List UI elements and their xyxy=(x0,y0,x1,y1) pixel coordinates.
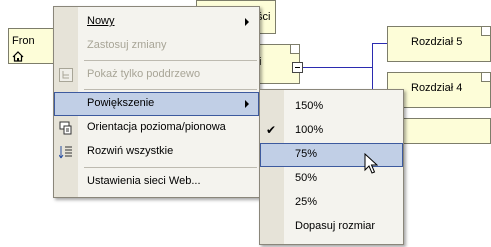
menu-item-label: Ustawienia sieci Web... xyxy=(87,175,201,187)
orientation-icon xyxy=(59,121,72,135)
menu-item-show-subtree[interactable]: Pokaż tylko poddrzewo xyxy=(54,63,259,87)
zoom-option-label: 50% xyxy=(295,172,318,184)
page-fold xyxy=(481,27,490,36)
home-icon xyxy=(12,51,24,62)
menu-item-label: Rozwiń wszystkie xyxy=(87,145,174,157)
zoom-option-150[interactable]: 150% xyxy=(260,95,403,119)
menu-item-expand-all[interactable]: Rozwiń wszystkie xyxy=(54,140,259,164)
subtree-icon xyxy=(59,68,73,82)
collapse-toggle[interactable] xyxy=(292,62,303,73)
page-fold xyxy=(481,73,490,82)
chapter5-node[interactable]: Rozdział 5 xyxy=(387,26,491,62)
zoom-option-50[interactable]: 50% xyxy=(260,167,403,191)
zoom-option-75[interactable]: 75% xyxy=(260,143,403,167)
menu-separator xyxy=(84,89,257,90)
zoom-option-100[interactable]: ✔ 100% xyxy=(260,119,403,143)
chapter5-label: Rozdział 5 xyxy=(411,36,463,48)
expand-all-icon xyxy=(59,146,72,159)
context-menu: Nowy Zastosuj zmiany Pokaż tylko poddrze… xyxy=(53,6,260,198)
menu-item-label: Powiększenie xyxy=(87,97,155,109)
menu-item-web-settings[interactable]: Ustawienia sieci Web... xyxy=(54,170,259,194)
checkmark-icon: ✔ xyxy=(266,123,277,137)
zoom-option-25[interactable]: 25% xyxy=(260,191,403,215)
zoom-option-label: Dopasuj rozmiar xyxy=(295,220,376,232)
menu-item-label: Nowy xyxy=(87,15,115,27)
connector-line xyxy=(303,67,373,68)
chapter4-label: Rozdział 4 xyxy=(411,82,463,94)
submenu-arrow-icon xyxy=(245,100,249,108)
menu-item-zoom[interactable]: Powiększenie xyxy=(54,92,259,116)
zoom-option-label: 25% xyxy=(295,196,318,208)
connector-line xyxy=(372,43,387,44)
menu-separator xyxy=(84,60,257,61)
mouse-pointer-icon xyxy=(364,153,378,174)
zoom-submenu: 150% ✔ 100% 75% 50% 25% Dopasuj rozmiar xyxy=(259,89,404,245)
zoom-option-label: 100% xyxy=(295,124,324,136)
menu-item-label: Zastosuj zmiany xyxy=(87,39,167,51)
submenu-arrow-icon xyxy=(245,18,249,26)
menu-item-apply-changes[interactable]: Zastosuj zmiany xyxy=(54,34,259,58)
zoom-option-label: 75% xyxy=(295,148,318,160)
menu-item-label: Pokaż tylko poddrzewo xyxy=(87,68,201,80)
front-node-label: Fron xyxy=(12,35,35,47)
menu-item-label: Orientacja pozioma/pionowa xyxy=(87,121,226,133)
zoom-option-fit[interactable]: Dopasuj rozmiar xyxy=(260,215,403,239)
menu-separator xyxy=(84,167,257,168)
menu-item-orientation[interactable]: Orientacja pozioma/pionowa xyxy=(54,116,259,140)
zoom-option-label: 150% xyxy=(295,100,324,112)
page-fold xyxy=(290,45,299,54)
menu-item-new[interactable]: Nowy xyxy=(54,10,259,34)
connector-line xyxy=(372,43,373,93)
